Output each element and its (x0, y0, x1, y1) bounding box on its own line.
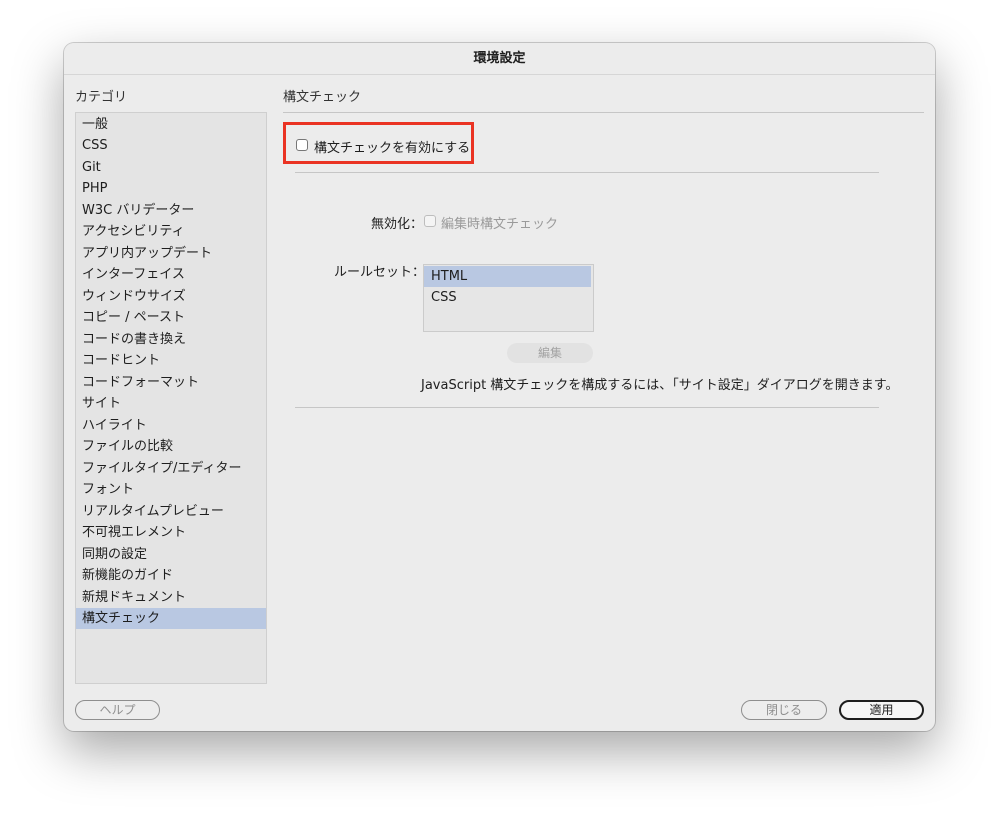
sidebar-item-site[interactable]: サイト (76, 393, 266, 414)
sidebar-item-file-types-editors[interactable]: ファイルタイプ/エディター (76, 458, 266, 479)
sidebar-item-accessibility[interactable]: アクセシビリティ (76, 221, 266, 242)
sidebar-item-general[interactable]: 一般 (76, 114, 266, 135)
sidebar-item-highlighting[interactable]: ハイライト (76, 415, 266, 436)
sidebar-item-copy-paste[interactable]: コピー / ペースト (76, 307, 266, 328)
sidebar-item-git[interactable]: Git (76, 157, 266, 178)
sidebar-item-code-format[interactable]: コードフォーマット (76, 372, 266, 393)
section-divider-top (295, 172, 879, 173)
sidebar-item-realtime-preview[interactable]: リアルタイムプレビュー (76, 501, 266, 522)
ruleset-label: ルールセット： (334, 265, 426, 280)
sidebar-item-invisible-elements[interactable]: 不可視エレメント (76, 522, 266, 543)
javascript-lint-note: JavaScript 構文チェックを構成するには、「サイト設定」ダイアログを開き… (421, 378, 899, 393)
sidebar-item-in-app-updates[interactable]: アプリ内アップデート (76, 243, 266, 264)
edit-button[interactable]: 編集 (507, 343, 593, 363)
sidebar-item-interface[interactable]: インターフェイス (76, 264, 266, 285)
sidebar-item-code-rewriting[interactable]: コードの書き換え (76, 329, 266, 350)
sidebar-item-new-document[interactable]: 新規ドキュメント (76, 587, 266, 608)
sidebar-item-new-feature-guides[interactable]: 新機能のガイド (76, 565, 266, 586)
title-divider (283, 112, 924, 113)
ruleset-item-html[interactable]: HTML (424, 266, 591, 287)
category-list[interactable]: 一般 CSS Git PHP W3C バリデーター アクセシビリティ アプリ内ア… (75, 112, 267, 684)
lint-on-edit-checkbox[interactable] (424, 215, 436, 227)
preferences-window: 環境設定 カテゴリ 一般 CSS Git PHP W3C バリデーター アクセシ… (64, 43, 935, 731)
ruleset-list[interactable]: HTML CSS (423, 264, 594, 332)
ruleset-item-css[interactable]: CSS (424, 287, 591, 308)
close-button[interactable]: 閉じる (741, 700, 827, 720)
sidebar-item-code-hints[interactable]: コードヒント (76, 350, 266, 371)
sidebar-item-fonts[interactable]: フォント (76, 479, 266, 500)
sidebar-item-file-compare[interactable]: ファイルの比較 (76, 436, 266, 457)
sidebar-item-css[interactable]: CSS (76, 135, 266, 156)
disable-label: 無効化： (371, 217, 424, 232)
sidebar-item-linting[interactable]: 構文チェック (76, 608, 266, 629)
section-divider-bottom (295, 407, 879, 408)
window-title: 環境設定 (64, 43, 935, 75)
sidebar-item-sync-settings[interactable]: 同期の設定 (76, 544, 266, 565)
enable-linting-label[interactable]: 構文チェックを有効にする (314, 137, 470, 156)
enable-linting-checkbox[interactable] (296, 139, 308, 151)
lint-on-edit-label: 編集時構文チェック (441, 217, 559, 232)
help-button[interactable]: ヘルプ (75, 700, 160, 720)
panel-title: 構文チェック (283, 90, 362, 105)
sidebar-item-w3c-validator[interactable]: W3C バリデーター (76, 200, 266, 221)
category-label: カテゴリ (75, 90, 128, 105)
sidebar-item-window-sizes[interactable]: ウィンドウサイズ (76, 286, 266, 307)
sidebar-item-php[interactable]: PHP (76, 178, 266, 199)
apply-button[interactable]: 適用 (839, 700, 924, 720)
